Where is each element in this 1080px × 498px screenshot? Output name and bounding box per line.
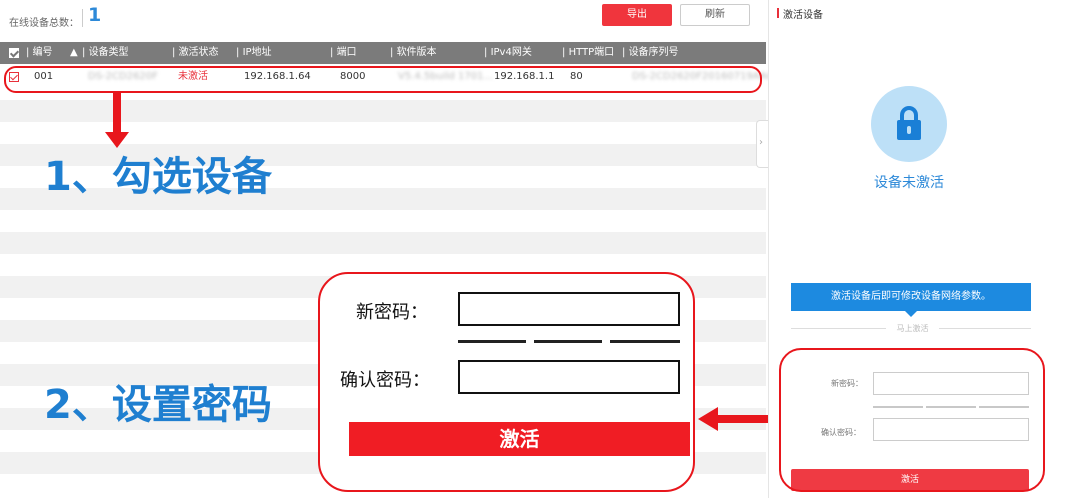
col-header-version[interactable]: | 软件版本 xyxy=(390,42,437,64)
device-status-text: 设备未激活 xyxy=(874,175,944,191)
table-row-blank xyxy=(0,232,766,254)
zoom-activate-button[interactable]: 激活 xyxy=(349,422,690,456)
col-header-http-port[interactable]: | HTTP端口 xyxy=(562,42,614,64)
side-panel-title: 激活设备 xyxy=(783,10,823,21)
col-header-serial-label: 设备序列号 xyxy=(628,47,679,58)
count-separator xyxy=(82,9,83,27)
zoom-strength-bar-strong xyxy=(610,340,680,343)
zoom-strength-bar-medium xyxy=(534,340,602,343)
zoom-confirm-password-input[interactable] xyxy=(458,360,680,394)
title-accent-bar xyxy=(777,8,779,18)
activation-info-tip: 激活设备后即可修改设备网络参数。 xyxy=(791,283,1031,317)
activate-device-panel: 激活设备 设备未激活 激活设备后即可修改设备网络参数。 马上激活 新密码： 确认… xyxy=(768,0,1080,498)
col-header-index[interactable]: | 编号 xyxy=(26,42,53,64)
zoom-new-password-input[interactable] xyxy=(458,292,680,326)
col-header-ip-label: IP地址 xyxy=(242,47,272,58)
zoomed-activation-form: 新密码： 确认密码： 激活 xyxy=(318,272,695,492)
online-count-label: 在线设备总数： xyxy=(9,18,79,29)
arrow-left-head-icon xyxy=(698,407,718,431)
export-button[interactable]: 导出 xyxy=(602,4,672,26)
chevron-right-icon: › xyxy=(759,137,763,148)
lock-icon xyxy=(871,86,947,162)
divider-line xyxy=(939,328,1031,329)
device-list-panel: 在线设备总数： 1 导出 刷新 | 编号 ▲ | 设备类型 | 激活状态 | I… xyxy=(0,0,781,498)
col-header-gateway-label: IPv4网关 xyxy=(490,47,532,58)
col-header-device-type[interactable]: | 设备类型 xyxy=(82,42,129,64)
col-header-gateway[interactable]: | IPv4网关 xyxy=(484,42,532,64)
arrow-down-icon xyxy=(113,92,121,134)
col-header-serial[interactable]: | 设备序列号 xyxy=(622,42,679,64)
highlight-row-outline xyxy=(4,66,762,93)
divider-line xyxy=(791,328,886,329)
zoom-strength-bar-weak xyxy=(458,340,526,343)
col-header-version-label: 软件版本 xyxy=(396,47,437,58)
divider-label: 马上激活 xyxy=(896,324,929,333)
col-header-port-label: 端口 xyxy=(336,47,357,58)
panel-collapse-tab[interactable]: › xyxy=(756,120,768,168)
step-2-annotation: 2、设置密码 xyxy=(44,382,272,428)
col-header-http-port-label: HTTP端口 xyxy=(568,47,615,58)
col-header-index-label: 编号 xyxy=(32,47,53,58)
table-header: | 编号 ▲ | 设备类型 | 激活状态 | IP地址 | 端口 | 软件版本 … xyxy=(0,42,766,64)
online-count-value: 1 xyxy=(88,4,102,26)
zoom-new-password-label: 新密码： xyxy=(356,302,428,323)
col-header-port[interactable]: | 端口 xyxy=(330,42,357,64)
col-header-status-label: 激活状态 xyxy=(178,47,219,58)
col-header-status[interactable]: | 激活状态 xyxy=(172,42,219,64)
step-1-annotation: 1、勾选设备 xyxy=(44,154,272,200)
lock-keyhole xyxy=(907,126,911,134)
refresh-button[interactable]: 刷新 xyxy=(680,4,750,26)
list-toolbar: 在线设备总数： 1 导出 刷新 xyxy=(0,0,766,42)
select-all-checkbox[interactable] xyxy=(9,48,19,58)
col-header-device-type-label: 设备类型 xyxy=(88,47,129,58)
sort-up-icon[interactable]: ▲ xyxy=(70,42,78,64)
zoom-confirm-password-label: 确认密码： xyxy=(340,370,430,391)
password-form-outline xyxy=(779,348,1045,492)
col-header-ip[interactable]: | IP地址 xyxy=(236,42,272,64)
